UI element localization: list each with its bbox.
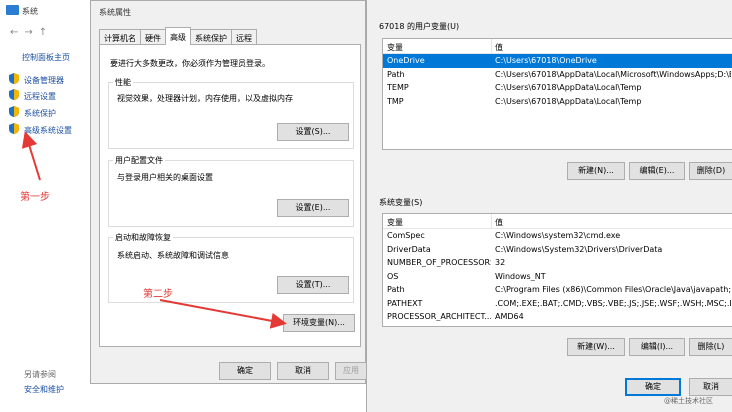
- watermark: @稀土技术社区: [664, 397, 713, 405]
- annotation-overlay: [21, 131, 287, 329]
- step1-arrow: [21, 131, 41, 181]
- step2-label: 第二步: [143, 289, 173, 300]
- step1-label: 第一步: [20, 192, 50, 203]
- tab-advanced[interactable]: 高级: [165, 27, 191, 45]
- step2-arrow: [159, 299, 287, 329]
